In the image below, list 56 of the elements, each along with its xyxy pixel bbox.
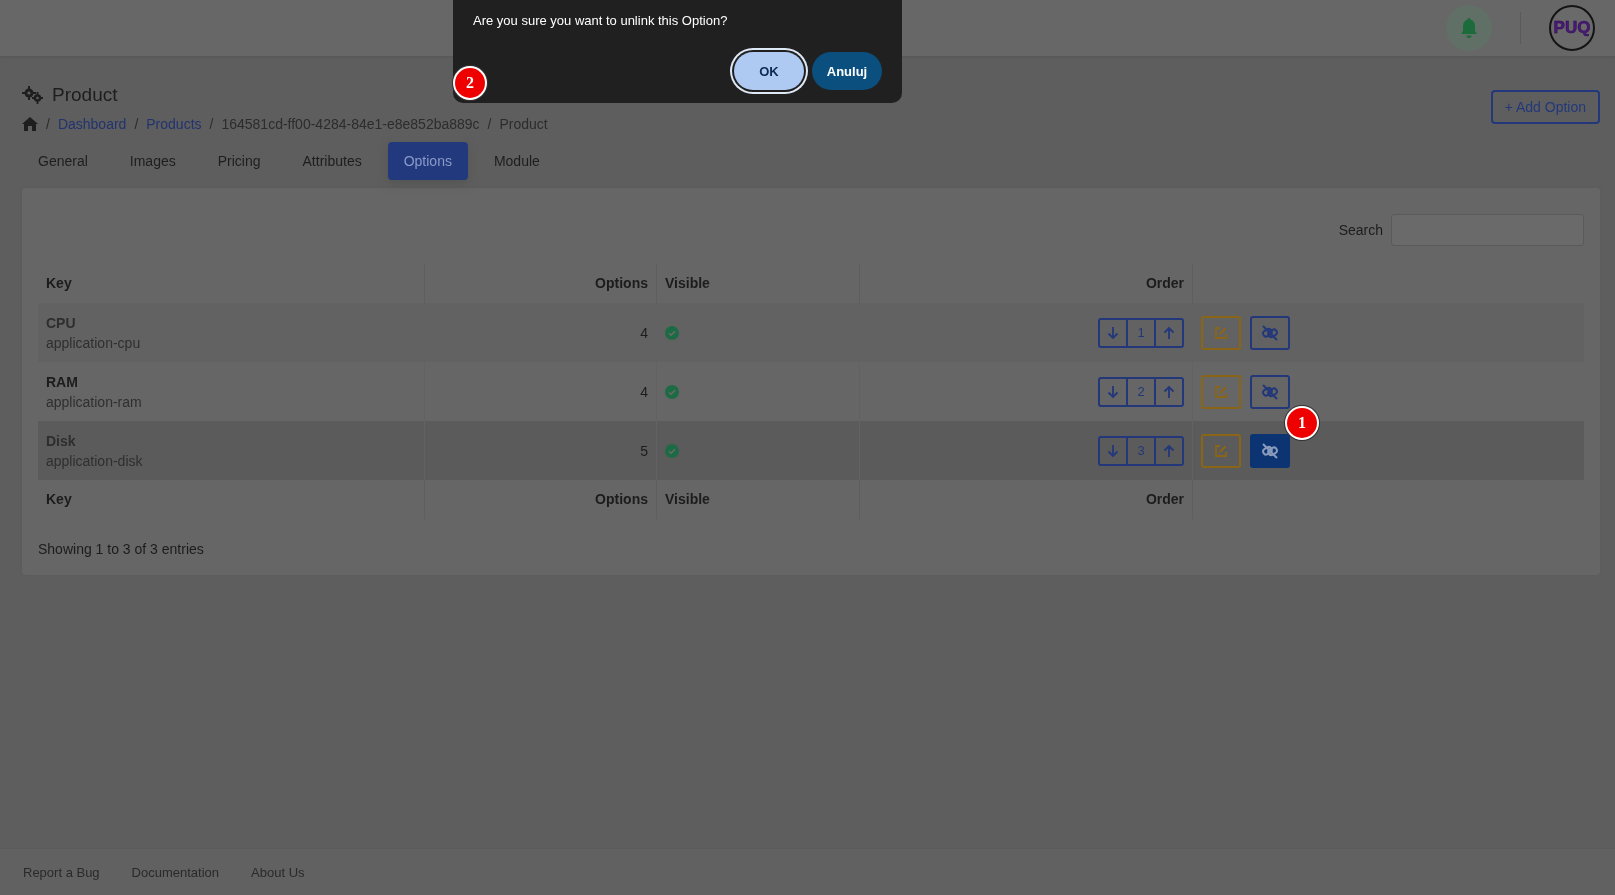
arrow-up-icon — [1163, 325, 1175, 340]
tab[interactable]: General — [22, 142, 104, 180]
footer-link[interactable]: Documentation — [131, 864, 220, 880]
breadcrumb-separator: / — [134, 116, 139, 132]
broken-link-icon — [1261, 442, 1279, 459]
unlink-button[interactable] — [1250, 433, 1290, 468]
bell-icon — [1459, 17, 1479, 39]
step-marker: 2 — [455, 68, 485, 98]
broken-link-icon — [1261, 383, 1279, 400]
order-number: 3 — [1126, 437, 1156, 464]
arrow-down-icon — [1107, 325, 1119, 340]
table-info: Showing 1 to 3 of 3 entries — [38, 541, 205, 557]
arrow-down-icon — [1107, 384, 1119, 399]
order-number: 1 — [1126, 319, 1156, 346]
option-name: RAM — [46, 373, 79, 390]
edit-button[interactable] — [1201, 374, 1241, 409]
cancel-button[interactable]: Anuluj — [812, 52, 882, 90]
page-title: Product — [52, 84, 118, 106]
add-option-button[interactable]: + Add Option — [1490, 90, 1600, 124]
breadcrumb-separator: / — [46, 116, 50, 132]
search-label: Search — [1338, 222, 1383, 238]
user-avatar[interactable]: PUQ — [1549, 5, 1595, 51]
order-number: 2 — [1126, 378, 1156, 405]
breadcrumb-separator: / — [209, 116, 214, 132]
broken-link-icon — [1261, 324, 1279, 341]
home-icon[interactable] — [22, 117, 38, 131]
tab[interactable]: Images — [113, 142, 192, 180]
tab[interactable]: Module — [477, 142, 556, 180]
unlink-button[interactable] — [1250, 374, 1290, 409]
dialog-message: Are you sure you want to unlink this Option? — [473, 13, 729, 28]
column-header[interactable]: Key — [38, 480, 425, 519]
column-header[interactable]: Visible — [657, 480, 860, 519]
edit-icon — [1214, 384, 1228, 399]
edit-button[interactable] — [1201, 315, 1241, 350]
arrow-down-icon — [1107, 443, 1119, 458]
breadcrumb-separator: / — [487, 116, 492, 132]
tab[interactable]: Pricing — [201, 142, 277, 180]
step-marker: 1 — [1287, 408, 1317, 438]
edit-button[interactable] — [1201, 433, 1241, 468]
breadcrumb-link[interactable]: Products — [146, 116, 202, 132]
options-count: 5 — [640, 442, 648, 459]
arrow-up-icon — [1163, 384, 1175, 399]
edit-icon — [1214, 325, 1228, 340]
column-header[interactable]: Options — [425, 480, 657, 519]
column-header[interactable]: Order — [860, 480, 1193, 519]
notification-button[interactable] — [1446, 5, 1492, 51]
options-count: 4 — [640, 324, 648, 341]
options-count: 4 — [640, 383, 648, 400]
breadcrumb-link[interactable]: Dashboard — [57, 116, 127, 132]
arrow-up-icon — [1163, 443, 1175, 458]
edit-icon — [1214, 443, 1228, 458]
tab[interactable]: Attributes — [286, 142, 378, 180]
option-key: application-ram — [46, 393, 142, 410]
tab[interactable]: Options — [387, 142, 468, 180]
unlink-button[interactable] — [1250, 315, 1290, 350]
gears-icon — [22, 86, 44, 104]
